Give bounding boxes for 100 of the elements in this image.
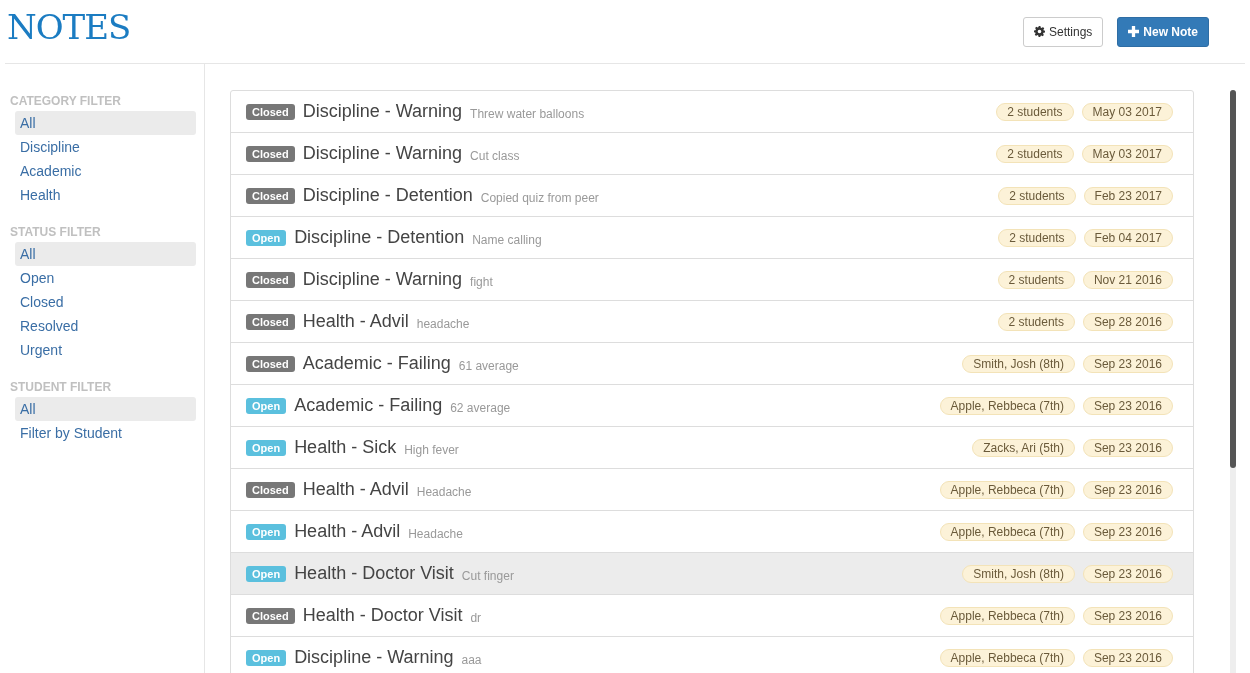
date-tag: Feb 23 2017 <box>1083 186 1173 205</box>
date-tag: Feb 04 2017 <box>1083 228 1173 247</box>
students-tag: Apple, Rebbeca (7th) <box>939 522 1075 541</box>
note-detail: Name calling <box>472 233 542 247</box>
note-detail: Copied quiz from peer <box>480 191 599 205</box>
students-tag: Apple, Rebbeca (7th) <box>939 648 1075 667</box>
filter-item[interactable]: Academic <box>15 159 196 183</box>
date-tag: Sep 23 2016 <box>1082 648 1173 667</box>
date-tag: Sep 23 2016 <box>1082 354 1173 373</box>
status-badge: Closed <box>246 481 295 498</box>
note-detail: Cut finger <box>461 569 514 583</box>
note-title: Discipline - Detention <box>294 227 465 248</box>
app-title: NOTES <box>7 6 131 47</box>
date-tag: Sep 28 2016 <box>1082 312 1173 331</box>
note-row[interactable]: Open Discipline - Detention Name calling 2 students Feb 04 2017 <box>231 217 1193 259</box>
note-row[interactable]: Closed Academic - Failing 61 average Smith, Josh (8th) Sep 23 2016 <box>231 343 1193 385</box>
scrollbar[interactable] <box>1230 90 1236 673</box>
filter-item[interactable]: Health <box>15 183 196 207</box>
students-tag: Smith, Josh (8th) <box>962 564 1075 583</box>
students-tag: 2 students <box>996 102 1074 121</box>
status-badge: Open <box>246 649 287 666</box>
students-tag: 2 students <box>996 144 1074 163</box>
date-tag: Sep 23 2016 <box>1082 480 1173 499</box>
students-tag: Apple, Rebbeca (7th) <box>939 480 1075 499</box>
note-detail: Cut class <box>470 149 520 163</box>
date-tag: Sep 23 2016 <box>1082 522 1173 541</box>
new-note-button[interactable]: New Note <box>1117 16 1209 47</box>
note-detail: fight <box>470 275 493 289</box>
date-tag: Nov 21 2016 <box>1082 270 1173 289</box>
note-title: Discipline - Warning <box>302 143 463 164</box>
gear-icon <box>1033 26 1045 37</box>
status-badge: Closed <box>246 187 295 204</box>
note-row[interactable]: Open Health - Sick High fever Zacks, Ari (5th) Sep 23 2016 <box>231 427 1193 469</box>
status-badge: Open <box>246 523 287 540</box>
status-badge: Closed <box>246 313 295 330</box>
note-title: Health - Doctor Visit <box>294 563 454 584</box>
note-title: Discipline - Warning <box>294 647 454 668</box>
students-tag: Apple, Rebbeca (7th) <box>939 396 1075 415</box>
note-title: Health - Doctor Visit <box>302 605 463 626</box>
note-detail: aaa <box>461 653 482 667</box>
note-title: Health - Sick <box>294 437 397 458</box>
filter-item[interactable]: Resolved <box>15 314 196 338</box>
note-row[interactable]: Closed Discipline - Detention Copied quiz from peer 2 students Feb 23 2017 <box>231 175 1193 217</box>
status-badge: Open <box>246 565 287 582</box>
filter-item[interactable]: All <box>15 111 196 135</box>
filter-item[interactable]: Closed <box>15 290 196 314</box>
status-badge: Closed <box>246 103 295 120</box>
filter-item[interactable]: Filter by Student <box>15 421 196 445</box>
date-tag: May 03 2017 <box>1081 144 1173 163</box>
note-detail: 61 average <box>458 359 519 373</box>
students-tag: 2 students <box>998 228 1076 247</box>
note-row[interactable]: Open Discipline - Warning aaa Apple, Rebbeca (7th) Sep 23 2016 <box>231 637 1193 673</box>
note-row[interactable]: Open Health - Doctor Visit Cut finger Smith, Josh (8th) Sep 23 2016 <box>231 553 1193 595</box>
status-badge: Closed <box>246 145 295 162</box>
note-row[interactable]: Closed Health - Doctor Visit dr Apple, Rebbeca (7th) Sep 23 2016 <box>231 595 1193 637</box>
date-tag: Sep 23 2016 <box>1082 564 1173 583</box>
note-row[interactable]: Open Academic - Failing 62 average Apple, Rebbeca (7th) Sep 23 2016 <box>231 385 1193 427</box>
note-row[interactable]: Closed Discipline - Warning fight 2 students Nov 21 2016 <box>231 259 1193 301</box>
note-row[interactable]: Closed Discipline - Warning Threw water balloons 2 students May 03 2017 <box>231 91 1193 133</box>
students-tag: 2 students <box>997 270 1075 289</box>
date-tag: Sep 23 2016 <box>1082 606 1173 625</box>
note-row[interactable]: Closed Health - Advil Headache Apple, Rebbeca (7th) Sep 23 2016 <box>231 469 1193 511</box>
note-title: Discipline - Warning <box>302 269 463 290</box>
note-detail: dr <box>470 611 482 625</box>
status-badge: Closed <box>246 355 295 372</box>
filter-heading: CATEGORY FILTER <box>10 94 122 108</box>
filter-item[interactable]: Discipline <box>15 135 196 159</box>
note-row[interactable]: Closed Health - Advil headache 2 students Sep 28 2016 <box>231 301 1193 343</box>
date-tag: Sep 23 2016 <box>1082 396 1173 415</box>
students-tag: Smith, Josh (8th) <box>962 354 1075 373</box>
scroll-thumb[interactable] <box>1230 90 1236 468</box>
students-tag: 2 students <box>998 186 1076 205</box>
note-title: Health - Advil <box>302 311 409 332</box>
filter-item[interactable]: All <box>15 397 196 421</box>
note-detail: Headache <box>408 527 463 541</box>
note-row[interactable]: Closed Discipline - Warning Cut class 2 students May 03 2017 <box>231 133 1193 175</box>
filter-item[interactable]: Urgent <box>15 338 196 362</box>
note-detail: Threw water balloons <box>470 107 585 121</box>
students-tag: 2 students <box>997 312 1075 331</box>
date-tag: Sep 23 2016 <box>1082 438 1173 457</box>
note-title: Academic - Failing <box>294 395 443 416</box>
date-tag: May 03 2017 <box>1081 102 1173 121</box>
filter-item[interactable]: Open <box>15 266 196 290</box>
students-tag: Zacks, Ari (5th) <box>972 438 1075 457</box>
status-badge: Open <box>246 439 287 456</box>
note-detail: headache <box>416 317 470 331</box>
plus-icon <box>1128 26 1140 37</box>
filter-item[interactable]: All <box>15 242 196 266</box>
status-badge: Closed <box>246 271 295 288</box>
note-title: Discipline - Warning <box>302 101 463 122</box>
students-tag: Apple, Rebbeca (7th) <box>939 606 1075 625</box>
note-title: Health - Advil <box>294 521 401 542</box>
note-detail: High fever <box>404 443 459 457</box>
status-badge: Open <box>246 229 287 246</box>
note-title: Academic - Failing <box>302 353 451 374</box>
settings-button[interactable]: Settings <box>1022 16 1104 47</box>
note-title: Discipline - Detention <box>302 185 473 206</box>
status-badge: Open <box>246 397 287 414</box>
filter-heading: STATUS FILTER <box>10 225 102 239</box>
note-title: Health - Advil <box>302 479 409 500</box>
